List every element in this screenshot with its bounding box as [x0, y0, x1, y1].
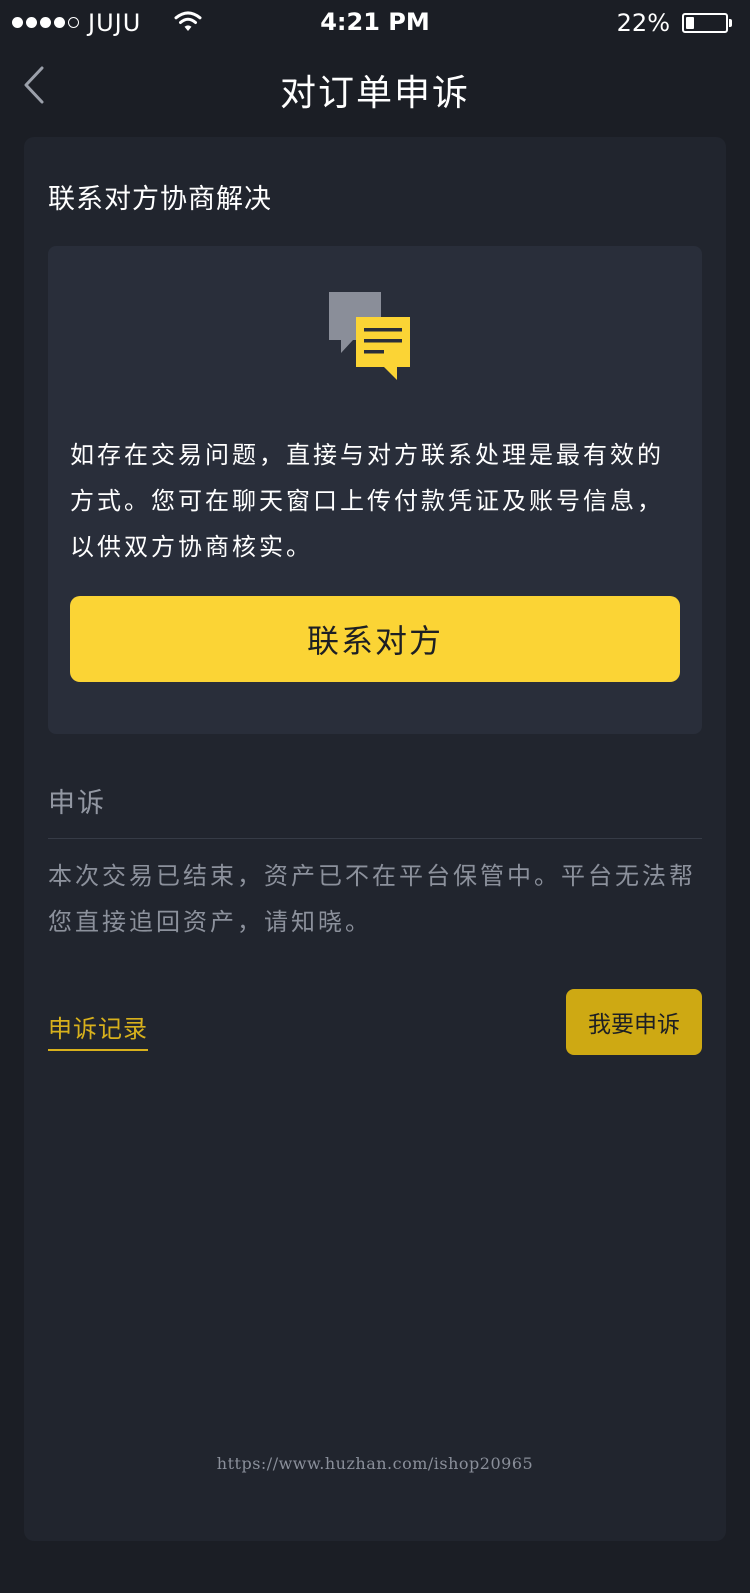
status-bar: JUJU 4:21 PM 22%: [0, 0, 750, 46]
battery-icon: [682, 13, 728, 33]
watermark-text: https://www.huzhan.com/ishop20965: [216, 1454, 534, 1473]
appeal-section-title: 申诉: [48, 788, 106, 819]
battery-level-fill: [686, 17, 695, 29]
appeal-notice: 本次交易已结束，资产已不在平台保管中。平台无法帮您直接追回资产，请知晓。: [48, 862, 696, 936]
battery-tip: [729, 19, 732, 27]
page-title: 对订单申诉: [279, 73, 470, 114]
divider: [48, 838, 702, 839]
submit-appeal-button[interactable]: 我要申诉: [566, 989, 702, 1055]
contact-section-title: 联系对方协商解决: [48, 184, 272, 215]
appeal-screen: JUJU 4:21 PM 22% 对订单申诉 联系对方协商解决 如存在交易问题，…: [0, 0, 750, 1593]
battery-percentage: 22%: [616, 9, 670, 37]
appeal-record-link[interactable]: 申诉记录: [48, 1009, 148, 1051]
contact-description: 如存在交易问题，直接与对方联系处理是最有效的方式。您可在聊天窗口上传付款凭证及账…: [70, 441, 664, 561]
appeal-card: 联系对方协商解决 如存在交易问题，直接与对方联系处理是最有效的方式。您可在聊天窗…: [24, 137, 726, 1541]
contact-box: 如存在交易问题，直接与对方联系处理是最有效的方式。您可在聊天窗口上传付款凭证及账…: [48, 246, 702, 734]
contact-counterparty-button[interactable]: 联系对方: [70, 596, 680, 682]
chat-bubbles-icon: [329, 292, 410, 380]
